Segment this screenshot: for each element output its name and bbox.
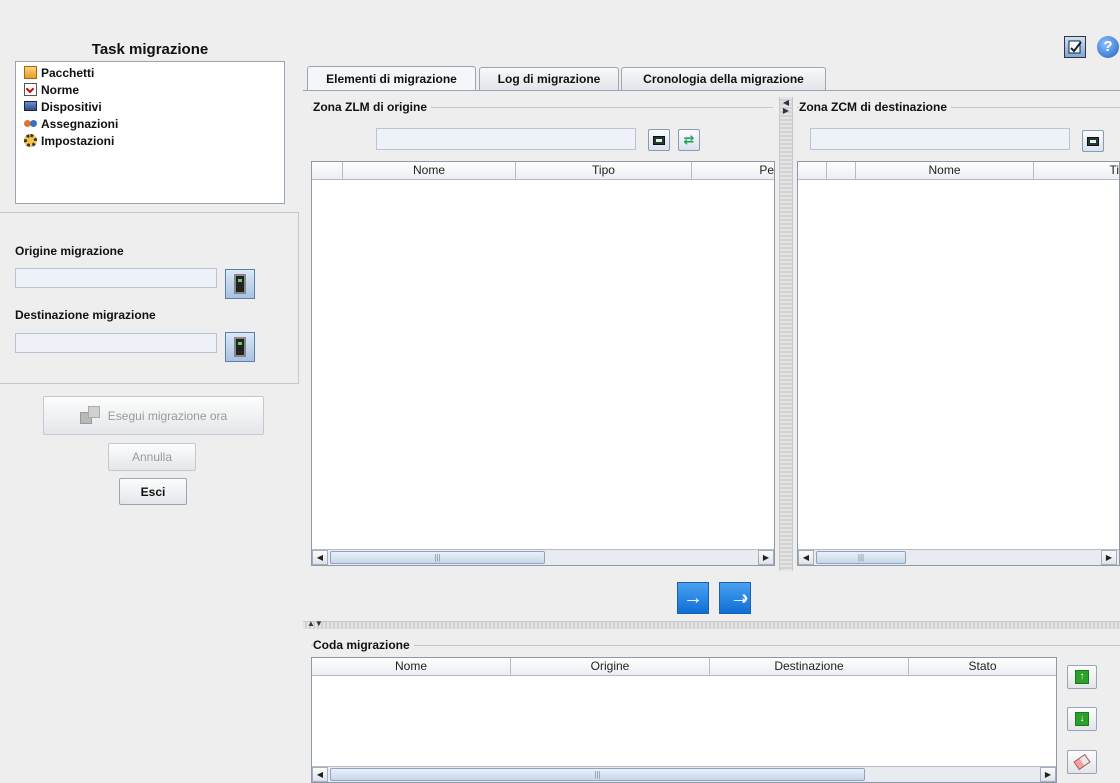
queue-group-line — [311, 645, 1120, 646]
migrate-selected-button[interactable]: → — [677, 582, 709, 614]
tab-log[interactable]: Log di migrazione — [479, 67, 619, 90]
dest-browse-button[interactable] — [1082, 130, 1104, 152]
collapse-up-icon[interactable]: ▲▼ — [307, 619, 323, 628]
source-hscrollbar[interactable]: ◀ ||| ▶ — [312, 549, 774, 565]
scroll-right-icon[interactable]: ▶ — [1101, 550, 1117, 565]
dest-migration-field[interactable] — [15, 333, 217, 353]
arrow-down-icon: ↓ — [1075, 712, 1089, 726]
browse-icon — [234, 274, 246, 294]
dest-zone-title: Zona ZCM di destinazione — [799, 100, 952, 114]
dest-search-field[interactable] — [810, 128, 1070, 150]
column-nome[interactable]: Nome — [312, 658, 511, 675]
move-down-button[interactable]: ↓ — [1067, 707, 1097, 731]
migrate-icon — [79, 405, 102, 426]
column-origine[interactable]: Origine — [511, 658, 710, 675]
source-picker-button[interactable] — [225, 269, 255, 299]
eraser-icon — [1073, 753, 1091, 771]
source-browse-button[interactable] — [648, 129, 670, 151]
source-table[interactable]: Nome Tipo Pe ◀ ||| ▶ — [311, 161, 775, 566]
dest-hscrollbar[interactable]: ◀ ||| ▶ — [798, 549, 1119, 565]
collapse-left-icon[interactable]: ◀ ▶ — [780, 99, 792, 115]
left-divider — [298, 212, 299, 384]
tree-item-impostazioni[interactable]: Impostazioni — [24, 132, 284, 149]
tab-content-border — [303, 90, 1120, 91]
scroll-left-icon[interactable]: ◀ — [312, 767, 328, 782]
source-search-field[interactable] — [376, 128, 636, 150]
cancel-button[interactable]: Annulla — [108, 443, 196, 471]
folder-icon — [1087, 136, 1099, 146]
tree-item-dispositivi[interactable]: Dispositivi — [24, 98, 284, 115]
scroll-left-icon[interactable]: ◀ — [312, 550, 328, 565]
package-icon — [24, 66, 37, 79]
edit-icon[interactable] — [1064, 36, 1086, 58]
left-separator-2 — [0, 383, 298, 384]
queue-table[interactable]: Nome Origine Destinazione Stato ◀ ||| ▶ — [311, 657, 1057, 783]
folder-icon — [653, 135, 665, 145]
clear-queue-button[interactable] — [1067, 750, 1097, 774]
source-migration-field[interactable] — [15, 268, 217, 288]
queue-title: Coda migrazione — [313, 638, 414, 652]
tree-item-pacchetti[interactable]: Pacchetti — [24, 64, 284, 81]
dest-table[interactable]: Nome Ti ◀ ||| ▶ — [797, 161, 1120, 566]
refresh-icon: ⇄ — [683, 132, 695, 147]
dest-migration-label: Destinazione migrazione — [15, 308, 156, 322]
horizontal-splitter[interactable]: ▲▼ — [303, 619, 1120, 629]
help-icon[interactable]: ? — [1097, 36, 1119, 58]
vertical-splitter[interactable]: ◀ ▶ — [779, 97, 793, 571]
column-tipo[interactable]: Ti — [1034, 162, 1119, 179]
source-refresh-button[interactable]: ⇄ — [678, 129, 700, 151]
column-percorso[interactable]: Pe — [692, 162, 774, 179]
device-icon — [24, 100, 37, 111]
scroll-thumb[interactable]: ||| — [330, 768, 865, 781]
column-nome[interactable]: Nome — [856, 162, 1034, 179]
browse-icon — [234, 337, 246, 357]
left-separator — [0, 212, 298, 213]
run-migration-button[interactable]: Esegui migrazione ora — [43, 396, 264, 435]
column-stato[interactable]: Stato — [909, 658, 1056, 675]
tree-item-norme[interactable]: Norme — [24, 81, 284, 98]
queue-hscrollbar[interactable]: ◀ ||| ▶ — [312, 766, 1056, 782]
tree-item-assegnazioni[interactable]: Assegnazioni — [24, 115, 284, 132]
dest-picker-button[interactable] — [225, 332, 255, 362]
source-zone-title: Zona ZLM di origine — [313, 100, 431, 114]
arrow-right-icon: → — [683, 586, 703, 609]
policy-icon — [24, 83, 37, 96]
scroll-right-icon[interactable]: ▶ — [758, 550, 774, 565]
assignment-icon — [24, 117, 37, 130]
tab-cronologia[interactable]: Cronologia della migrazione — [621, 67, 826, 90]
column-flag[interactable] — [827, 162, 856, 179]
column-select[interactable] — [798, 162, 827, 179]
column-nome[interactable]: Nome — [343, 162, 516, 179]
exit-button[interactable]: Esci — [119, 478, 187, 505]
migrate-all-button[interactable]: →› — [719, 582, 751, 614]
panel-title: Task migrazione — [91, 41, 209, 58]
scroll-thumb[interactable]: ||| — [816, 551, 906, 564]
column-destinazione[interactable]: Destinazione — [710, 658, 909, 675]
scroll-thumb[interactable]: ||| — [330, 551, 545, 564]
scroll-right-icon[interactable]: ▶ — [1040, 767, 1056, 782]
scroll-left-icon[interactable]: ◀ — [798, 550, 814, 565]
source-migration-label: Origine migrazione — [15, 244, 124, 258]
move-up-button[interactable]: ↑ — [1067, 665, 1097, 689]
settings-icon — [24, 134, 37, 147]
column-tipo[interactable]: Tipo — [516, 162, 692, 179]
task-tree[interactable]: Pacchetti Norme Dispositivi Assegnazioni… — [15, 61, 285, 204]
tab-elementi[interactable]: Elementi di migrazione — [307, 66, 476, 90]
column-select[interactable] — [312, 162, 343, 179]
double-arrow-right-icon: →› — [729, 586, 748, 609]
arrow-up-icon: ↑ — [1075, 670, 1089, 684]
